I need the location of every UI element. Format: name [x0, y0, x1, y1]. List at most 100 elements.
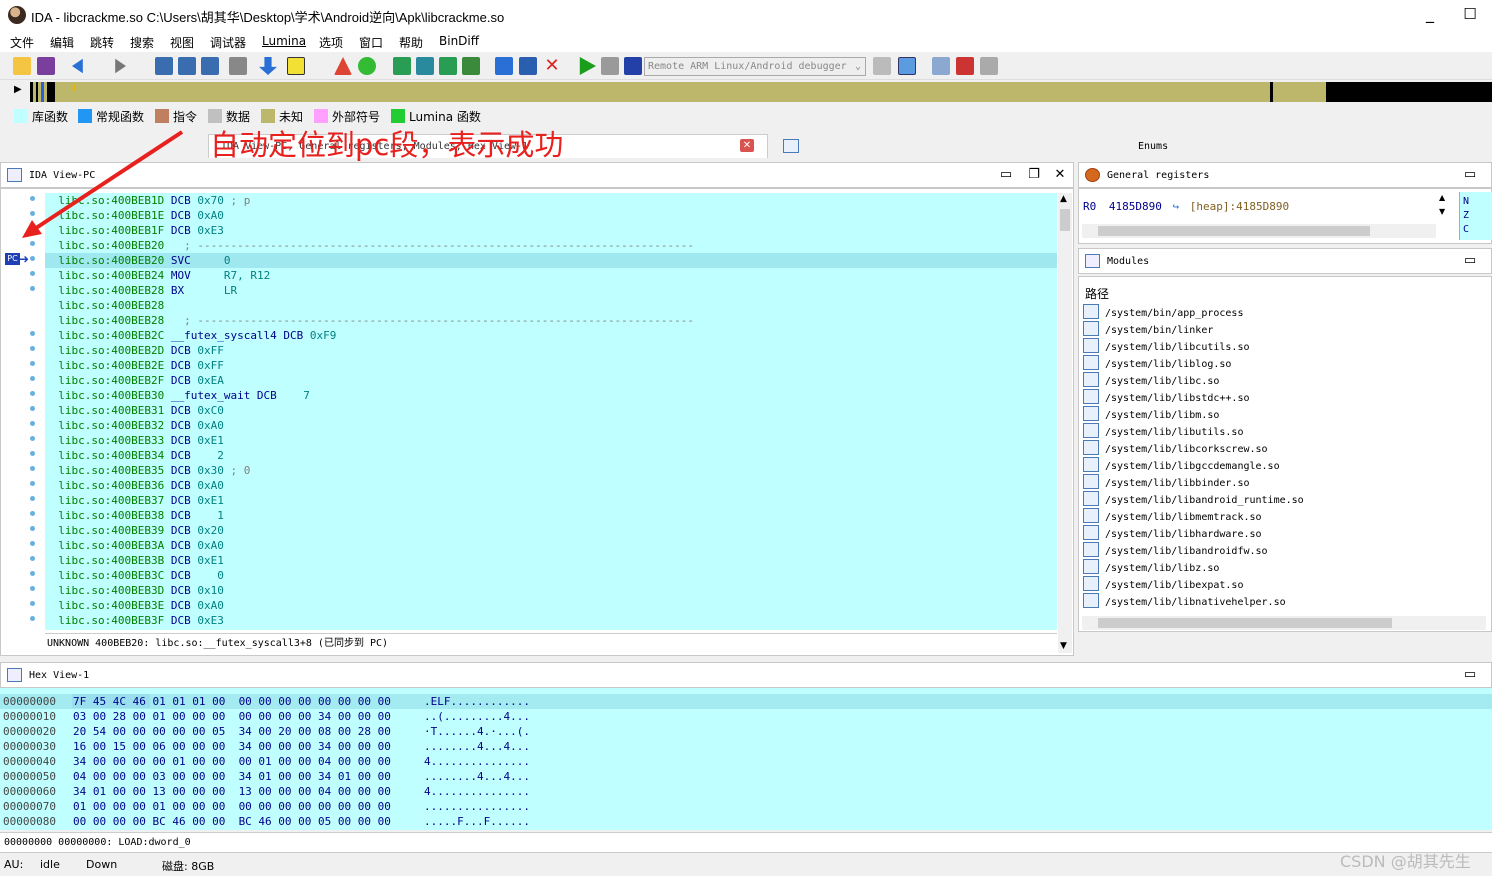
green-circle-icon[interactable]	[358, 57, 376, 75]
modules-list[interactable]: 路径 /system/bin/app_process/system/bin/li…	[1078, 276, 1492, 632]
panel-minimize-icon[interactable]: ▭	[1463, 168, 1477, 182]
scroll-down-icon[interactable]: ▼	[1439, 207, 1445, 216]
scrollbar-thumb[interactable]	[1060, 209, 1070, 231]
disasm-line[interactable]: libc.so:400BEB20 SVC 0	[45, 253, 1057, 268]
panel-close-icon[interactable]: ✕	[1053, 168, 1067, 182]
menu-view[interactable]: 视图	[170, 34, 194, 51]
disasm-line[interactable]: libc.so:400BEB34 DCB 2	[45, 448, 1057, 463]
hex-row[interactable]: 00000040 34 00 00 00 00 01 00 00 00 01 00…	[0, 754, 1492, 769]
forward-icon[interactable]	[115, 58, 126, 74]
menu-edit[interactable]: 编辑	[50, 34, 74, 51]
disasm-line[interactable]: libc.so:400BEB3C DCB 0	[45, 568, 1057, 583]
disasm-line[interactable]: libc.so:400BEB3E DCB 0xA0	[45, 598, 1057, 613]
pause-icon[interactable]	[601, 57, 619, 75]
scroll-up-icon[interactable]: ▲	[1060, 194, 1067, 204]
disasm-line[interactable]: libc.so:400BEB37 DCB 0xE1	[45, 493, 1057, 508]
modules-column-path[interactable]: 路径	[1085, 285, 1109, 302]
tab-enums[interactable]: Enums	[1138, 141, 1168, 152]
menu-window[interactable]: 窗口	[359, 34, 383, 51]
register-value[interactable]: 4185D890	[1109, 200, 1162, 213]
panel-minimize-icon[interactable]: ▭	[1463, 254, 1477, 268]
disasm-line[interactable]: libc.so:400BEB28	[45, 298, 1057, 313]
step-into-icon[interactable]	[898, 57, 916, 75]
modules-hscrollbar[interactable]	[1082, 616, 1486, 630]
debugger-options-icon[interactable]	[873, 57, 891, 75]
text-color-icon[interactable]	[287, 57, 305, 75]
disasm-line[interactable]: libc.so:400BEB1E DCB 0xA0	[45, 208, 1057, 223]
module-item[interactable]: /system/lib/libmemtrack.so	[1083, 508, 1262, 525]
menu-options[interactable]: 选项	[319, 34, 343, 51]
module-item[interactable]: /system/lib/libcorkscrew.so	[1083, 440, 1268, 457]
module-item[interactable]: /system/bin/linker	[1083, 321, 1213, 338]
disasm-line[interactable]: libc.so:400BEB32 DCB 0xA0	[45, 418, 1057, 433]
panel-minimize-icon[interactable]: ▭	[999, 168, 1013, 182]
disasm-line[interactable]: libc.so:400BEB2E DCB 0xFF	[45, 358, 1057, 373]
module-item[interactable]: /system/lib/libhardware.so	[1083, 525, 1262, 542]
detach-icon[interactable]	[980, 57, 998, 75]
module-item[interactable]: /system/lib/libcutils.so	[1083, 338, 1250, 355]
register-row[interactable]: R0 4185D890 ↪ [heap]:4185D890	[1083, 200, 1289, 213]
hex-row[interactable]: 00000030 16 00 15 00 06 00 00 00 34 00 00…	[0, 739, 1492, 754]
module-item[interactable]: /system/lib/libstdc++.so	[1083, 389, 1250, 406]
create-function-icon[interactable]	[393, 57, 411, 75]
disasm-line[interactable]: libc.so:400BEB3B DCB 0xE1	[45, 553, 1057, 568]
module-item[interactable]: /system/lib/libexpat.so	[1083, 576, 1243, 593]
jump-arrow-icon[interactable]: ↪	[1172, 200, 1179, 213]
hex-row[interactable]: 00000050 04 00 00 00 03 00 00 00 34 01 00…	[0, 769, 1492, 784]
maximize-button[interactable]: ☐	[1452, 0, 1488, 30]
create-enum-icon[interactable]	[439, 57, 457, 75]
add-xref-icon[interactable]	[462, 57, 480, 75]
run-icon[interactable]	[579, 57, 596, 75]
search-binary-icon[interactable]	[155, 57, 173, 75]
module-item[interactable]: /system/lib/libandroidfw.so	[1083, 542, 1268, 559]
minimize-button[interactable]: _	[1412, 0, 1448, 30]
breakpoint-icon[interactable]	[495, 57, 513, 75]
disasm-line[interactable]: libc.so:400BEB2F DCB 0xEA	[45, 373, 1057, 388]
enums-tab-icon[interactable]	[783, 139, 799, 153]
process-list-icon[interactable]	[932, 57, 950, 75]
menu-lumina[interactable]: Lumina	[262, 34, 306, 48]
hex-view[interactable]: 00000000 7F 45 4C 46 01 01 01 00 00 00 00…	[0, 688, 1492, 830]
panel-restore-icon[interactable]: ❐	[1027, 168, 1041, 182]
disasm-line[interactable]: libc.so:400BEB31 DCB 0xC0	[45, 403, 1057, 418]
open-file-icon[interactable]	[13, 57, 31, 75]
disasm-line[interactable]: libc.so:400BEB28 ; ---------------------…	[45, 313, 1057, 328]
disasm-line[interactable]: libc.so:400BEB39 DCB 0x20	[45, 523, 1057, 538]
menu-file[interactable]: 文件	[10, 34, 34, 51]
disasm-line[interactable]: libc.so:400BEB3F DCB 0xE3	[45, 613, 1057, 628]
scrollbar-thumb[interactable]	[1098, 226, 1370, 236]
module-item[interactable]: /system/lib/libz.so	[1083, 559, 1219, 576]
hex-row[interactable]: 00000000 7F 45 4C 46 01 01 01 00 00 00 00…	[0, 694, 1492, 709]
search-immediate-icon[interactable]	[201, 57, 219, 75]
disasm-line[interactable]: libc.so:400BEB28 BX LR	[45, 283, 1057, 298]
module-item[interactable]: /system/lib/libnativehelper.so	[1083, 593, 1286, 610]
disasm-line[interactable]: libc.so:400BEB3A DCB 0xA0	[45, 538, 1057, 553]
debugger-select[interactable]: Remote ARM Linux/Android debugger ⌄	[644, 57, 866, 76]
menu-debugger[interactable]: 调试器	[210, 34, 246, 51]
tab-main[interactable]: IDA View-PC, General registers, Modules,…	[208, 134, 768, 158]
disasm-line[interactable]: libc.so:400BEB2D DCB 0xFF	[45, 343, 1057, 358]
edit-icon[interactable]	[519, 57, 537, 75]
create-struct-icon[interactable]	[416, 57, 434, 75]
disasm-line[interactable]: libc.so:400BEB38 DCB 1	[45, 508, 1057, 523]
close-icon[interactable]: ✕	[740, 139, 754, 152]
module-item[interactable]: /system/lib/libm.so	[1083, 406, 1219, 423]
panel-minimize-icon[interactable]: ▭	[1463, 668, 1477, 682]
disasm-line[interactable]: libc.so:400BEB30 __futex_wait DCB 7	[45, 388, 1057, 403]
attach-icon[interactable]	[956, 57, 974, 75]
menu-help[interactable]: 帮助	[399, 34, 423, 51]
vertical-scrollbar[interactable]: ▲ ▼	[1058, 193, 1072, 653]
hex-row[interactable]: 00000060 34 01 00 00 13 00 00 00 13 00 00…	[0, 784, 1492, 799]
disasm-line[interactable]: libc.so:400BEB3D DCB 0x10	[45, 583, 1057, 598]
scrollbar-thumb[interactable]	[1098, 618, 1392, 628]
disasm-line[interactable]: libc.so:400BEB20 ; ---------------------…	[45, 238, 1057, 253]
disassembly-listing[interactable]: libc.so:400BEB1D DCB 0x70 ; p libc.so:40…	[45, 193, 1057, 630]
patch-icon[interactable]	[229, 57, 247, 75]
module-item[interactable]: /system/lib/liblog.so	[1083, 355, 1231, 372]
disasm-line[interactable]: libc.so:400BEB2C __futex_syscall4 DCB 0x…	[45, 328, 1057, 343]
hex-row[interactable]: 00000070 01 00 00 00 01 00 00 00 00 00 00…	[0, 799, 1492, 814]
nav-band-left-arrow[interactable]: ▶	[14, 84, 22, 95]
menu-jump[interactable]: 跳转	[90, 34, 114, 51]
module-item[interactable]: /system/lib/libc.so	[1083, 372, 1219, 389]
warning-icon[interactable]	[334, 57, 352, 75]
